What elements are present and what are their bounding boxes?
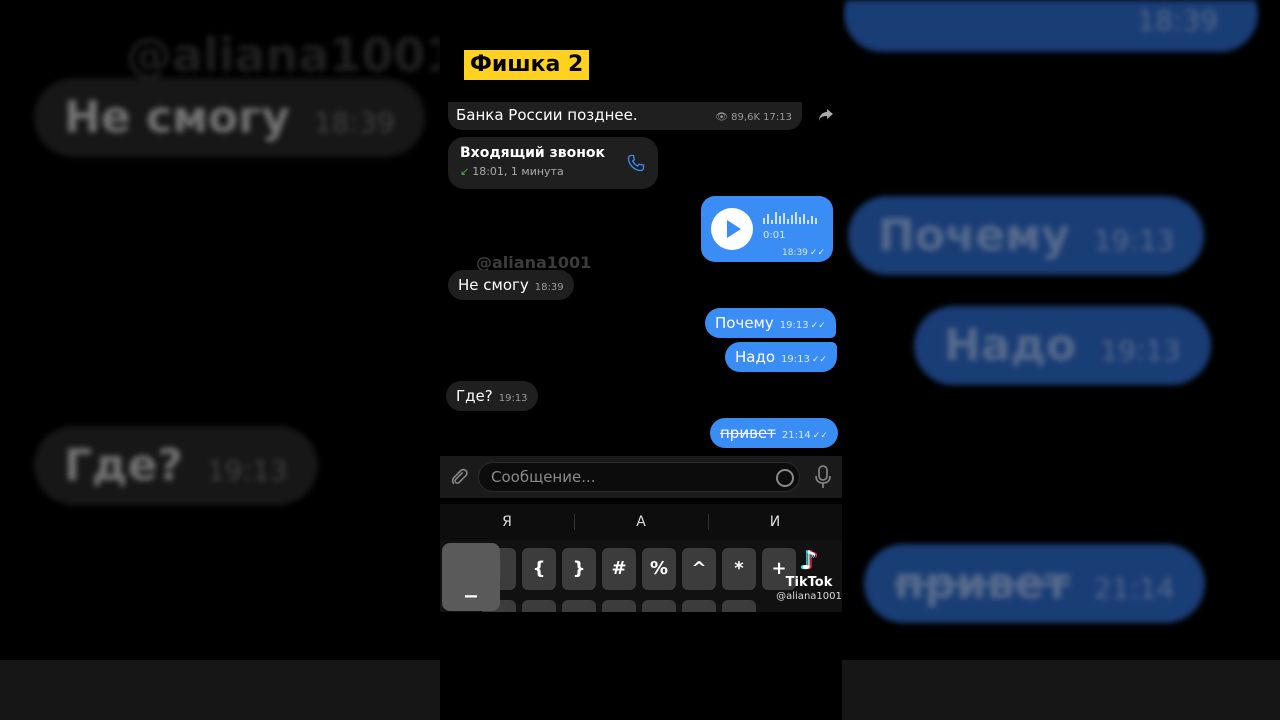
- read-checkmarks-icon: ✓✓: [811, 355, 827, 365]
- keyboard-key[interactable]: [722, 600, 756, 612]
- incoming-arrow-icon: ↙: [460, 165, 470, 178]
- keyboard-key[interactable]: [602, 600, 636, 612]
- background-bubble: 18:39: [844, 0, 1258, 52]
- play-icon[interactable]: [711, 208, 753, 250]
- voice-time: 18:39: [781, 248, 808, 258]
- message-text: Не смогу: [458, 276, 529, 294]
- keyboard-key[interactable]: {: [522, 548, 556, 590]
- background-right-blur: 18:39 Почему 19:13 Надо 19:13 привет 21:14: [842, 0, 1280, 720]
- chat-screen: Фишка 2 Банка России позднее. 👁 89,6K 17…: [440, 0, 842, 720]
- keyboard-key[interactable]: [522, 600, 556, 612]
- message-text: Почему: [715, 314, 774, 332]
- background-bubble-time: 19:13: [1093, 224, 1175, 257]
- message-composer: [440, 456, 842, 498]
- background-bubble-text: Почему: [878, 210, 1070, 261]
- background-bubble-time: 18:39: [1137, 4, 1218, 37]
- tiktok-handle: @aliana1001: [776, 591, 842, 602]
- share-arrow-icon[interactable]: [818, 108, 834, 122]
- phone-icon[interactable]: [626, 153, 646, 173]
- message-time: 19:13: [779, 320, 809, 331]
- call-time-duration: 18:01, 1 минута: [472, 165, 564, 178]
- message-bubble[interactable]: Не смогу 18:39: [448, 270, 574, 300]
- message-time: 19:13: [498, 393, 528, 404]
- voice-duration: 0:01: [763, 230, 786, 241]
- background-bubble-text: Надо: [944, 320, 1077, 371]
- keyboard-key[interactable]: %: [642, 548, 676, 590]
- read-checkmarks-icon: ✓✓: [812, 431, 828, 441]
- message-time: 21:14: [781, 430, 811, 441]
- message-time: 18:39: [534, 282, 564, 293]
- background-bubble-text: Не смогу: [64, 92, 290, 143]
- read-checkmarks-icon: ✓✓: [809, 248, 825, 258]
- call-details: ↙ 18:01, 1 минута: [460, 165, 646, 178]
- channel-message-text: Банка России позднее.: [456, 106, 638, 124]
- keyboard-key[interactable]: #: [602, 548, 636, 590]
- message-time: 18:39 ✓✓: [782, 248, 825, 258]
- eye-icon: 👁: [715, 112, 728, 123]
- attach-paperclip-icon[interactable]: [448, 466, 470, 488]
- background-bubble: Почему 19:13: [848, 196, 1205, 275]
- suggestion-item[interactable]: И: [708, 504, 842, 540]
- background-bubble-time: 18:39: [313, 106, 395, 139]
- views-and-time: 89,6K 17:13: [731, 112, 792, 123]
- background-bubble: Надо 19:13: [914, 306, 1211, 385]
- background-bubble-text: Где?: [64, 440, 183, 491]
- suggestion-item[interactable]: А: [574, 504, 708, 540]
- overlay-title: Фишка 2: [464, 50, 590, 80]
- microphone-icon[interactable]: [814, 465, 832, 489]
- tiktok-brand: TikTok: [785, 575, 833, 590]
- background-watermark: @aliana1001: [126, 28, 440, 82]
- background-bubble-text: привет: [894, 558, 1070, 609]
- tiktok-watermark: ♪ TikTok @aliana1001: [776, 546, 842, 604]
- keyboard-key[interactable]: ^: [682, 548, 716, 590]
- keyboard-key[interactable]: *: [722, 548, 756, 590]
- background-bubble-time: 21:14: [1093, 572, 1175, 605]
- background-left-blur: @aliana1001 Не смогу 18:39 Где? 19:13: [0, 0, 440, 720]
- background-bubble: привет 21:14: [864, 544, 1205, 623]
- message-bubble[interactable]: Почему 19:13 ✓✓: [705, 308, 836, 338]
- keyboard-key[interactable]: }: [562, 548, 596, 590]
- suggestion-item[interactable]: Я: [440, 504, 574, 540]
- waveform[interactable]: [763, 212, 819, 224]
- keyboard-key[interactable]: [562, 600, 596, 612]
- message-text: Надо: [735, 348, 776, 366]
- keyboard-suggestions: Я А И: [440, 504, 842, 540]
- message-text: привет: [720, 424, 776, 442]
- keyboard-key[interactable]: [682, 600, 716, 612]
- key-popup-underscore[interactable]: _: [442, 543, 500, 611]
- message-input[interactable]: [478, 462, 800, 492]
- call-title: Входящий звонок: [460, 145, 605, 161]
- keyboard-key[interactable]: [642, 600, 676, 612]
- message-bubble[interactable]: привет 21:14 ✓✓: [710, 418, 838, 448]
- message-time: 19:13: [781, 354, 810, 365]
- channel-message-meta: 👁 89,6K 17:13: [715, 112, 792, 123]
- background-bubble-time: 19:13: [1100, 334, 1181, 367]
- background-bubble-time: 19:13: [206, 454, 288, 487]
- message-bubble[interactable]: Надо 19:13 ✓✓: [725, 342, 837, 372]
- video-frame: @aliana1001 Не смогу 18:39 Где? 19:13 18:3…: [0, 0, 1280, 720]
- forwarded-channel-message[interactable]: Банка России позднее. 👁 89,6K 17:13: [448, 102, 802, 130]
- message-bubble[interactable]: Где? 19:13: [446, 381, 538, 411]
- tiktok-logo-icon: ♪: [800, 546, 818, 576]
- sticker-icon[interactable]: [776, 469, 794, 487]
- background-bubble: Не смогу 18:39: [34, 78, 425, 157]
- incoming-call-message[interactable]: Входящий звонок ↙ 18:01, 1 минута: [448, 137, 658, 189]
- background-bubble: Где? 19:13: [34, 426, 318, 505]
- read-checkmarks-icon: ✓✓: [810, 321, 826, 331]
- message-text: Где?: [456, 387, 493, 405]
- voice-message[interactable]: 0:01 18:39 ✓✓: [701, 196, 833, 262]
